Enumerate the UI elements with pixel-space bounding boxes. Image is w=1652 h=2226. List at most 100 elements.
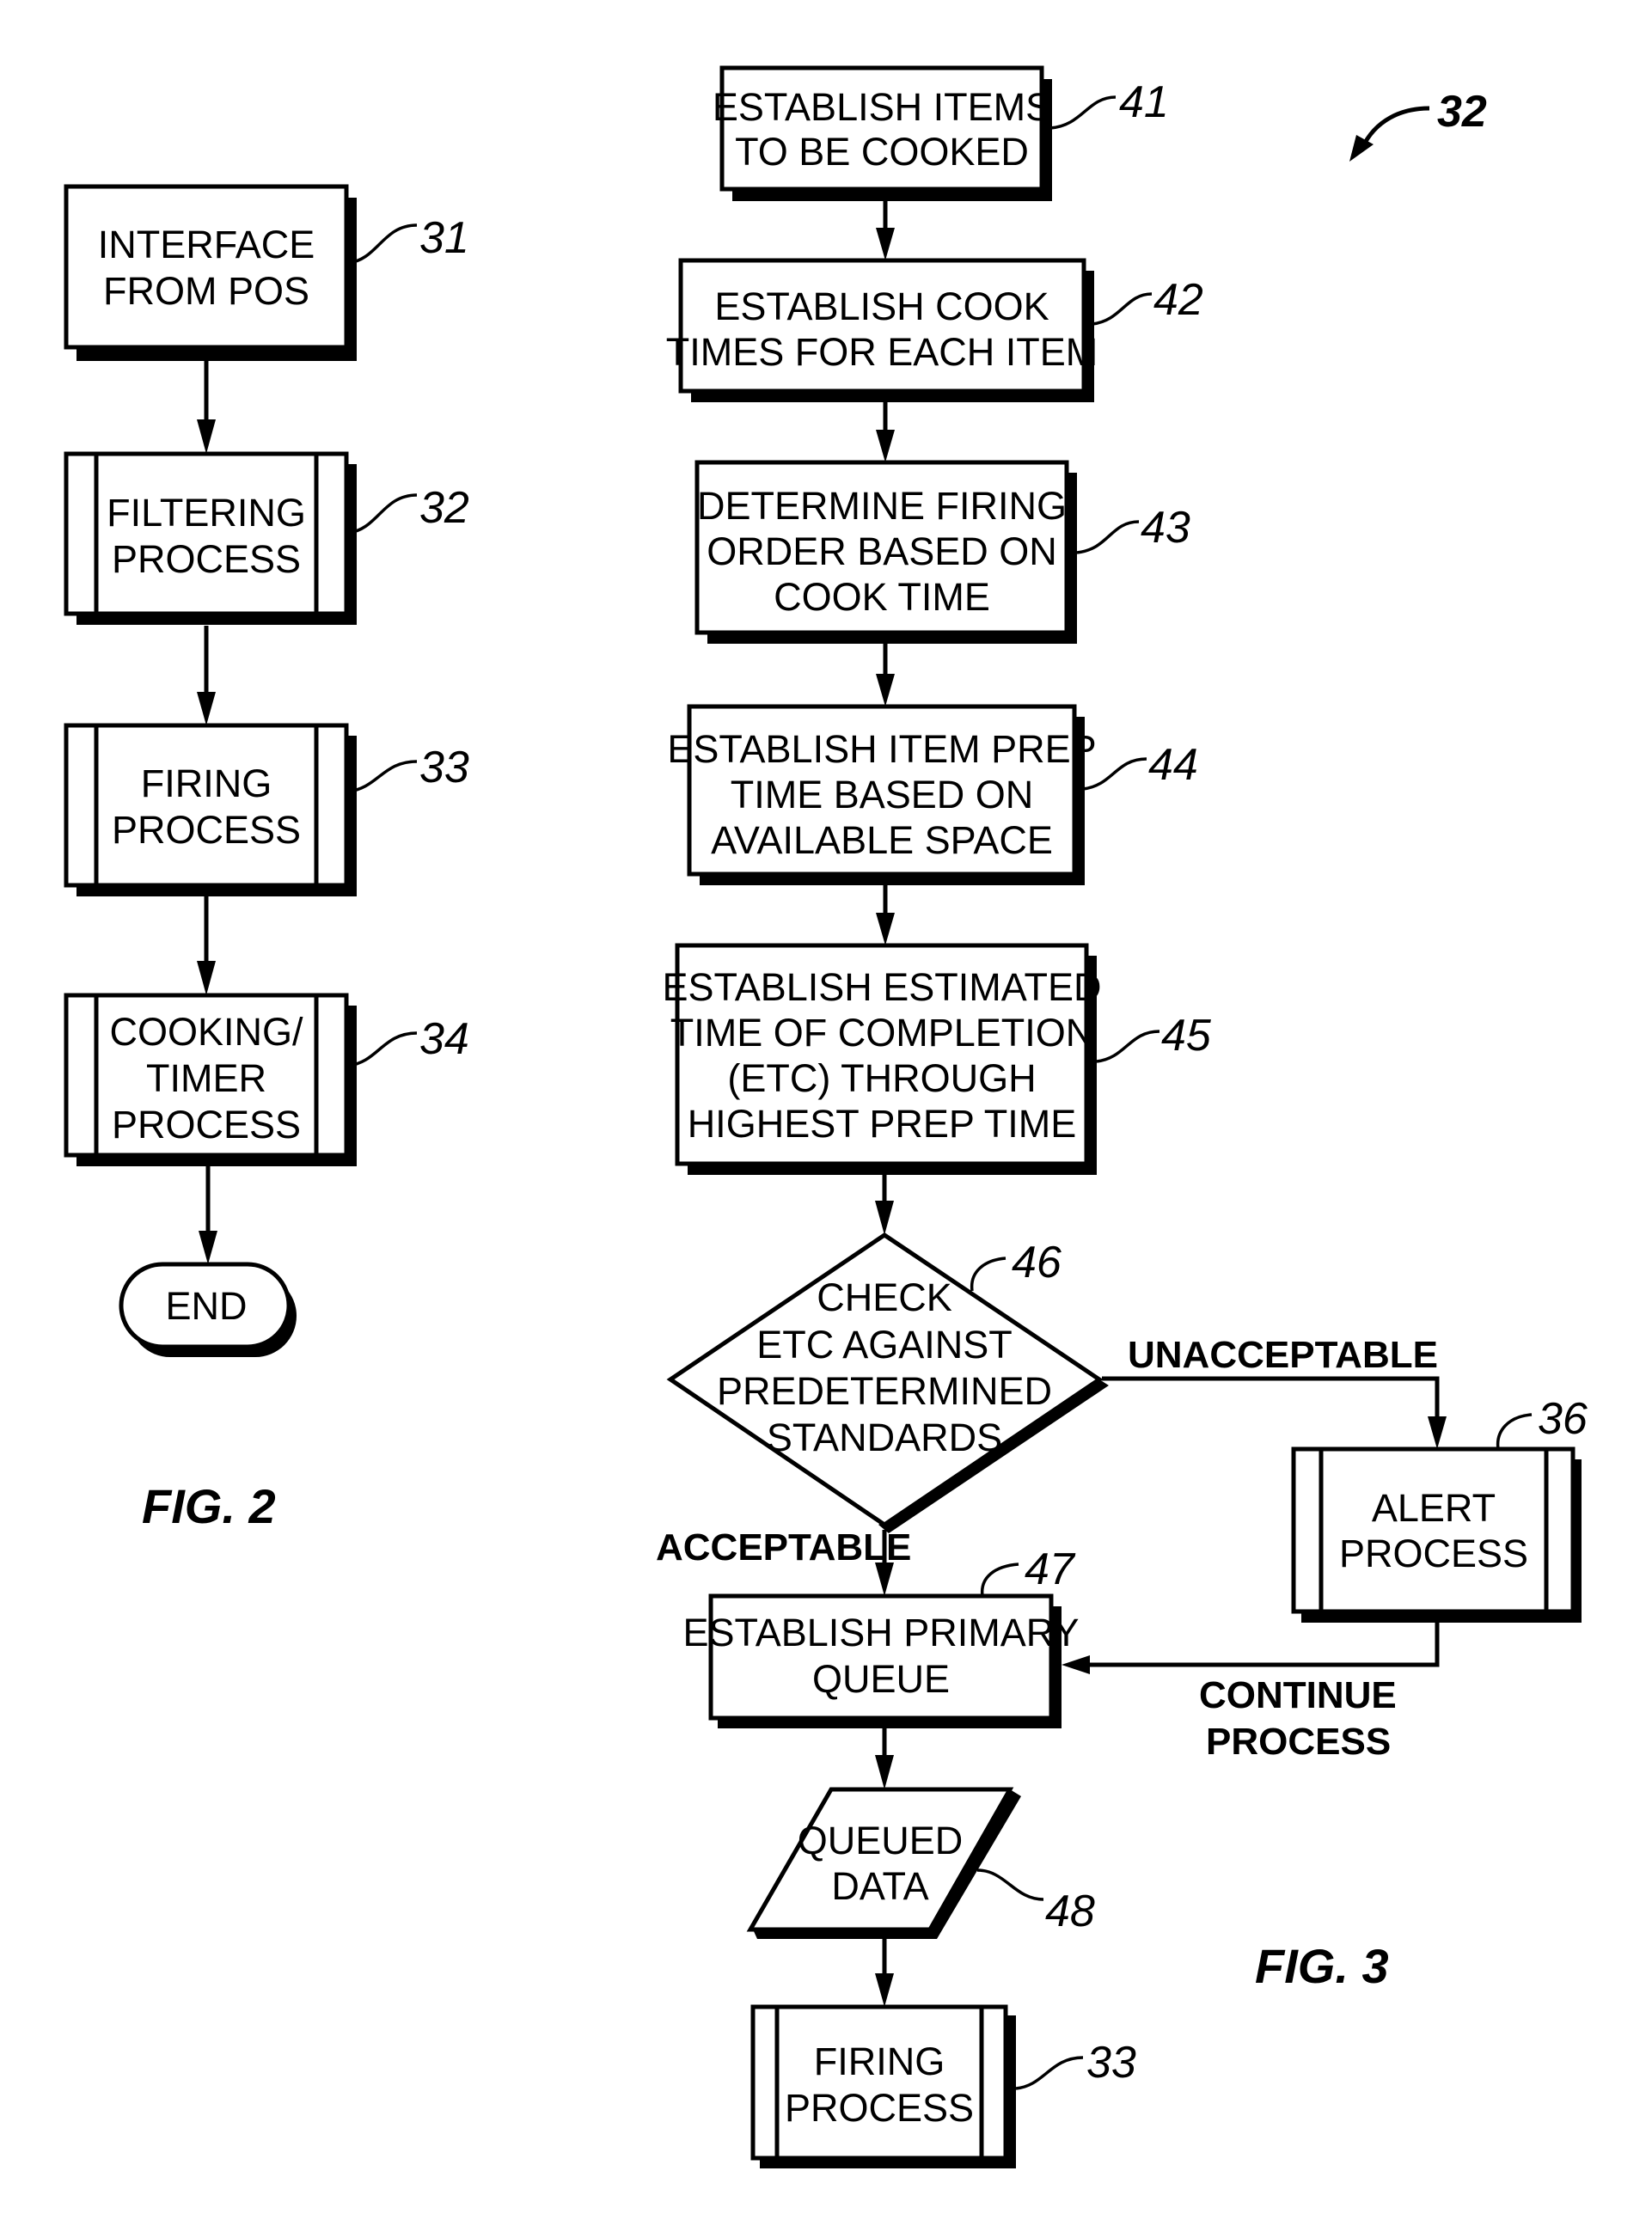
edge-label-acceptable: ACCEPTABLE bbox=[656, 1526, 911, 1569]
ref-leader bbox=[347, 223, 418, 265]
step-label: TIMER bbox=[146, 1056, 266, 1100]
step-label: PROCESS bbox=[112, 537, 301, 581]
data-label: QUEUED bbox=[798, 1819, 964, 1862]
arrow-icon bbox=[876, 913, 895, 945]
step-label: PROCESS bbox=[112, 808, 301, 852]
fig2-step-filtering-process: FILTERING PROCESS 32 bbox=[64, 451, 469, 625]
fig3-data-queued-data: QUEUED DATA 48 bbox=[746, 1787, 1095, 1939]
step-label: FIRING bbox=[141, 761, 272, 805]
ref-leader bbox=[1092, 292, 1153, 326]
fig3-caption: FIG. 3 bbox=[1255, 1939, 1389, 1993]
step-label: ESTABLISH COOK bbox=[714, 284, 1049, 328]
shape-outline bbox=[1291, 1446, 1576, 1614]
figure-ref-number: 32 bbox=[1437, 87, 1487, 137]
connector-line bbox=[1102, 1376, 1440, 1427]
ref-number: 41 bbox=[1119, 77, 1169, 127]
arrow-icon bbox=[875, 1201, 894, 1235]
step-label: COOK TIME bbox=[774, 575, 990, 619]
ref-leader bbox=[976, 1868, 1044, 1901]
ref-leader bbox=[1015, 2056, 1084, 2090]
ref-number: 45 bbox=[1161, 1011, 1212, 1061]
step-label: DETERMINE FIRING bbox=[697, 484, 1067, 528]
patent-flowchart: INTERFACE FROM POS 31 FILTERING PROCESS … bbox=[64, 65, 1588, 2168]
fig3-step-firing-process: FIRING PROCESS 33 bbox=[750, 2004, 1136, 2168]
fig2-step-cooking-timer-process: COOKING/ TIMER PROCESS 34 bbox=[64, 993, 469, 1166]
arrow-icon bbox=[199, 1231, 217, 1264]
fig2-end-terminator: END bbox=[119, 1262, 297, 1357]
ref-number: 32 bbox=[419, 483, 469, 533]
step-label: ESTABLISH ESTIMATED bbox=[663, 965, 1102, 1009]
fig3-step-establish-items: ESTABLISH ITEMS TO BE COOKED 41 bbox=[713, 65, 1169, 201]
arrow-icon bbox=[875, 1973, 894, 2007]
arrow-icon bbox=[876, 228, 895, 260]
step-label: TIME BASED ON bbox=[731, 773, 1034, 816]
step-label: TO BE COOKED bbox=[735, 130, 1029, 174]
step-label: PROCESS bbox=[785, 2086, 974, 2130]
step-label: AVAILABLE SPACE bbox=[711, 818, 1053, 862]
step-label: FILTERING bbox=[107, 491, 306, 535]
fig2-step-firing-process: FIRING PROCESS 33 bbox=[64, 723, 469, 896]
step-label: PROCESS bbox=[112, 1103, 301, 1147]
arrow-icon bbox=[876, 430, 895, 462]
arrow-icon bbox=[1062, 1655, 1090, 1674]
ref-number: 33 bbox=[1086, 2038, 1136, 2088]
decision-label: STANDARDS bbox=[767, 1416, 1002, 1459]
alert-label: PROCESS bbox=[1339, 1532, 1528, 1575]
ref-leader bbox=[1096, 1030, 1160, 1063]
step-label: COOKING/ bbox=[109, 1010, 303, 1054]
ref-number: 42 bbox=[1153, 275, 1203, 325]
alert-label: ALERT bbox=[1372, 1486, 1496, 1530]
fig2-caption: FIG. 2 bbox=[142, 1479, 276, 1533]
fig3-step-determine-firing-order: DETERMINE FIRING ORDER BASED ON COOK TIM… bbox=[694, 460, 1190, 644]
connector-line bbox=[1085, 1623, 1440, 1667]
arrowhead-icon bbox=[1349, 135, 1374, 162]
decision-label: CHECK bbox=[817, 1275, 952, 1319]
fig3-figure-ref: 32 bbox=[1349, 87, 1487, 162]
step-label: FROM POS bbox=[103, 269, 309, 313]
data-label: DATA bbox=[831, 1864, 928, 1908]
step-label: HIGHEST PREP TIME bbox=[688, 1102, 1077, 1146]
arrow-icon bbox=[875, 1562, 894, 1596]
decision-label: PREDETERMINED bbox=[717, 1369, 1052, 1413]
arrow-icon bbox=[197, 419, 216, 454]
step-label: ESTABLISH PRIMARY bbox=[683, 1611, 1080, 1654]
end-label: END bbox=[165, 1284, 247, 1328]
step-label: QUEUE bbox=[812, 1657, 950, 1701]
edge-label-continue: PROCESS bbox=[1206, 1721, 1391, 1763]
step-label: ORDER BASED ON bbox=[707, 529, 1057, 573]
ref-number: 36 bbox=[1538, 1394, 1588, 1444]
ref-leader bbox=[347, 760, 418, 793]
arrow-icon bbox=[876, 674, 895, 706]
ref-leader bbox=[1049, 95, 1117, 130]
arrow-icon bbox=[1428, 1416, 1447, 1449]
arrow-icon bbox=[875, 1755, 894, 1789]
step-label: FIRING bbox=[814, 2039, 945, 2083]
fig2: INTERFACE FROM POS 31 FILTERING PROCESS … bbox=[64, 184, 469, 1533]
arrow-icon bbox=[197, 692, 216, 725]
ref-number: 44 bbox=[1148, 740, 1198, 790]
step-label: ESTABLISH ITEMS bbox=[713, 85, 1051, 129]
step-label: TIME OF COMPLETION bbox=[670, 1011, 1094, 1055]
fig3-step-establish-etc: ESTABLISH ESTIMATED TIME OF COMPLETION (… bbox=[663, 943, 1212, 1175]
ref-leader bbox=[347, 1031, 418, 1067]
ref-leader bbox=[347, 493, 418, 535]
decision-label: ETC AGAINST bbox=[756, 1323, 1013, 1367]
step-label: TIMES FOR EACH ITEM bbox=[666, 330, 1098, 374]
ref-number: 33 bbox=[419, 743, 469, 792]
curved-arrow-icon bbox=[1360, 106, 1430, 150]
ref-number: 46 bbox=[1012, 1238, 1062, 1287]
ref-leader bbox=[970, 1257, 1006, 1292]
fig3-step-establish-item-prep-time: ESTABLISH ITEM PREP TIME BASED ON AVAILA… bbox=[667, 704, 1198, 885]
step-label: ESTABLISH ITEM PREP bbox=[667, 727, 1096, 771]
shape-outline bbox=[64, 184, 349, 350]
step-label: INTERFACE bbox=[98, 223, 315, 266]
ref-number: 48 bbox=[1045, 1887, 1095, 1936]
fig3: 32 ESTABLISH ITEMS TO BE COOKED 41 ESTAB… bbox=[656, 65, 1588, 2168]
ref-number: 43 bbox=[1141, 503, 1190, 553]
arrow-icon bbox=[197, 961, 216, 995]
fig3-decision-check-etc: CHECK ETC AGAINST PREDETERMINED STANDARD… bbox=[666, 1232, 1109, 1533]
ref-number: 47 bbox=[1025, 1544, 1076, 1594]
ref-leader bbox=[981, 1562, 1019, 1597]
fig3-step-establish-cook-times: ESTABLISH COOK TIMES FOR EACH ITEM 42 bbox=[666, 258, 1203, 402]
ref-number: 31 bbox=[419, 213, 469, 263]
